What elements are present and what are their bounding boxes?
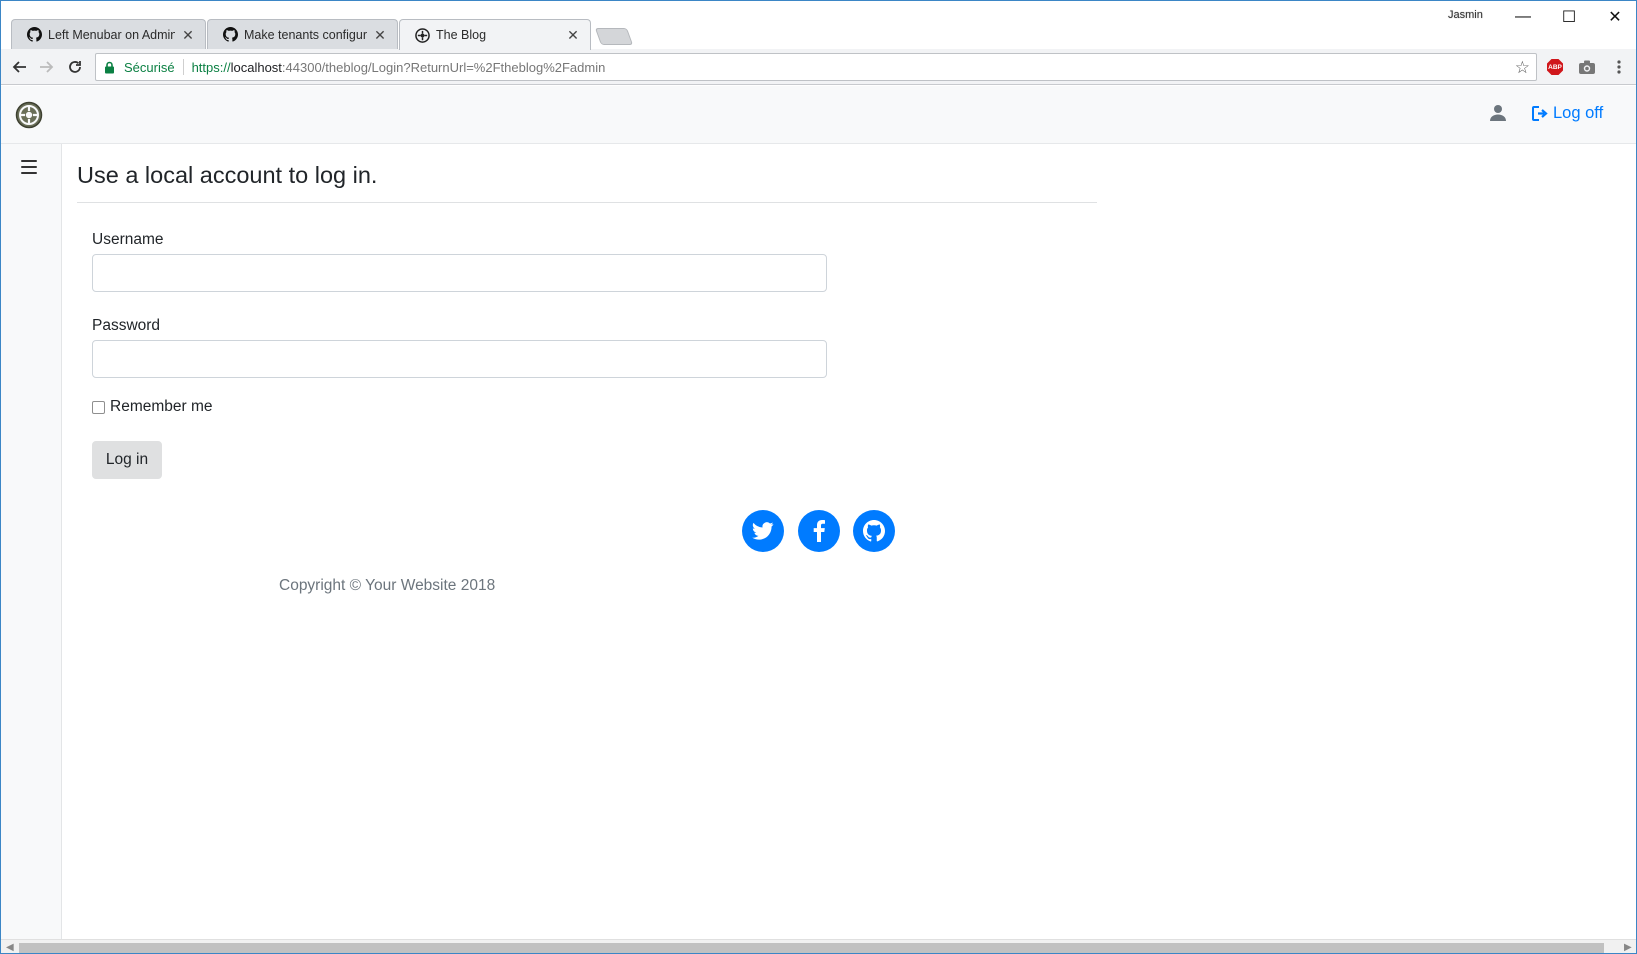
sign-out-icon: [1532, 106, 1548, 121]
github-icon: [26, 27, 42, 43]
camera-icon[interactable]: [1576, 56, 1598, 78]
scroll-right-icon[interactable]: ▶: [1624, 942, 1632, 953]
login-button[interactable]: Log in: [92, 441, 162, 479]
tab-make-tenants[interactable]: Make tenants configurab ✕: [207, 19, 398, 49]
user-icon[interactable]: [1489, 104, 1511, 126]
remember-me-checkbox[interactable]: [92, 400, 105, 414]
scroll-left-icon[interactable]: ◀: [6, 942, 14, 953]
tab-close-icon[interactable]: ✕: [566, 28, 580, 42]
new-tab-button[interactable]: [594, 28, 634, 45]
browser-toolbar: Sécurisé https:// localhost :44300/thebl…: [1, 49, 1636, 85]
forward-arrow-icon[interactable]: [35, 55, 59, 79]
adblock-icon[interactable]: ABP: [1544, 56, 1566, 78]
bookmark-star-icon[interactable]: ☆: [1515, 58, 1530, 78]
remember-me-label: Remember me: [110, 398, 213, 415]
reload-icon[interactable]: [63, 55, 87, 79]
tab-strip: Left Menubar on Admin l ✕ Make tenants c…: [1, 1, 1636, 50]
window-user-name[interactable]: Jasmin: [1448, 9, 1483, 21]
twitter-icon[interactable]: [742, 510, 784, 552]
orchard-icon: [414, 27, 430, 43]
page: Log off Use a local account to log in. U…: [1, 86, 1636, 939]
logoff-label: Log off: [1553, 104, 1604, 122]
page-title: Use a local account to log in.: [77, 162, 378, 188]
facebook-icon[interactable]: [798, 510, 840, 552]
username-label: Username: [92, 231, 164, 248]
scrollbar-thumb[interactable]: [19, 943, 1604, 953]
maximize-icon[interactable]: ☐: [1546, 5, 1592, 29]
browser-window: Left Menubar on Admin l ✕ Make tenants c…: [0, 0, 1637, 954]
adblock-label: ABP: [1548, 63, 1562, 71]
tab-title: Left Menubar on Admin l: [48, 27, 175, 42]
copyright-text: Copyright © Your Website 2018: [279, 577, 496, 594]
url-path: :44300/theblog/Login?ReturnUrl=%2Ftheblo…: [281, 59, 606, 75]
logoff-link[interactable]: Log off: [1532, 104, 1603, 123]
tab-close-icon[interactable]: ✕: [373, 28, 387, 42]
tab-title: Make tenants configurab: [244, 27, 367, 42]
orchard-logo-icon[interactable]: [15, 101, 43, 129]
minimize-icon[interactable]: —: [1500, 5, 1546, 29]
lock-icon: [104, 61, 118, 74]
left-sidebar: [1, 144, 62, 939]
url-host: localhost: [230, 59, 282, 75]
password-label: Password: [92, 317, 161, 334]
divider: [77, 202, 1097, 203]
username-input[interactable]: [92, 254, 827, 292]
url-scheme: https://: [191, 59, 231, 75]
remember-me[interactable]: Remember me: [92, 398, 213, 416]
address-bar[interactable]: Sécurisé https:// localhost :44300/thebl…: [95, 53, 1537, 81]
horizontal-scrollbar[interactable]: ◀ ▶: [1, 939, 1636, 953]
top-navbar: Log off: [1, 86, 1636, 144]
github-icon[interactable]: [853, 510, 895, 552]
tab-title: The Blog: [436, 28, 487, 42]
tab-the-blog[interactable]: The Blog ✕: [399, 19, 591, 50]
tab-left-menubar[interactable]: Left Menubar on Admin l ✕: [11, 19, 206, 49]
github-icon: [222, 27, 238, 43]
close-window-icon[interactable]: ✕: [1592, 5, 1636, 29]
security-label: Sécurisé: [124, 59, 175, 75]
divider: [182, 59, 184, 75]
tab-close-icon[interactable]: ✕: [181, 28, 195, 42]
password-input[interactable]: [92, 340, 827, 378]
back-arrow-icon[interactable]: [7, 55, 31, 79]
hamburger-icon[interactable]: [21, 160, 37, 174]
menu-icon[interactable]: [1608, 56, 1630, 78]
